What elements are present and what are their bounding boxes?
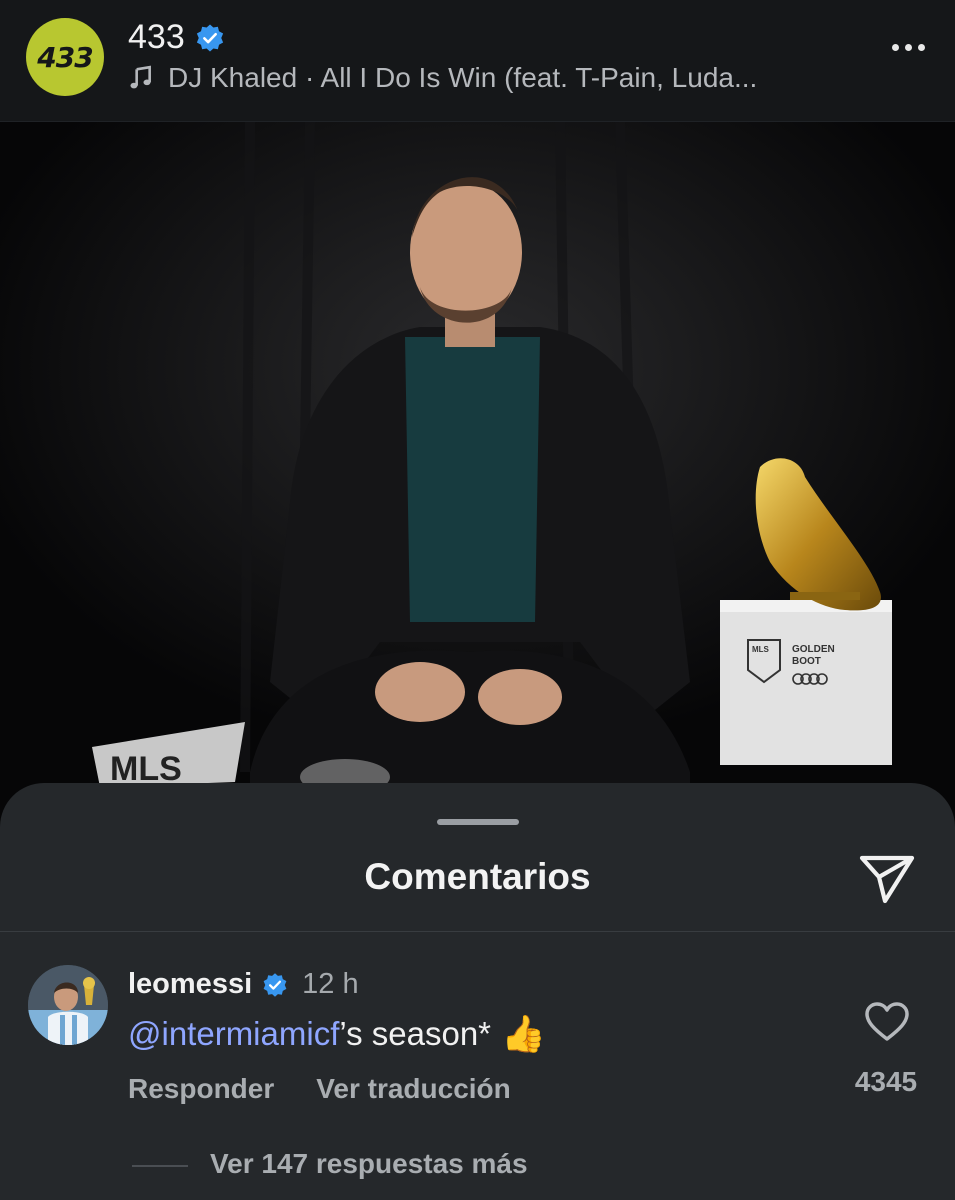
account-avatar[interactable]: 433 — [26, 18, 104, 96]
music-note-icon — [130, 65, 151, 89]
reply-button[interactable]: Responder — [128, 1073, 274, 1105]
post-header: 433 433 DJ Khaled · All I Do Is Win (fea… — [0, 0, 955, 122]
comment-mention-link[interactable]: @intermiamicf — [128, 1015, 339, 1053]
heart-icon[interactable] — [864, 1001, 910, 1043]
music-track-label: DJ Khaled · All I Do Is Win (feat. T-Pai… — [168, 62, 758, 93]
sheet-title: Comentarios — [364, 856, 591, 897]
comment-actions: Responder Ver traducción — [128, 1073, 511, 1105]
thumbs-up-emoji: 👍 — [501, 1013, 546, 1054]
verified-badge-icon — [196, 24, 223, 51]
comment-like-count: 4345 — [854, 1066, 918, 1097]
send-icon[interactable] — [858, 853, 916, 905]
trophy-box-line1: GOLDEN — [792, 644, 835, 655]
sheet-drag-handle[interactable] — [437, 819, 519, 825]
trophy-box-brand: MLS — [752, 645, 770, 654]
replies-divider-line — [132, 1165, 188, 1167]
account-username[interactable]: 433 — [128, 18, 185, 57]
comments-sheet: Comentarios leomessi 12 h @intermiamicf … — [0, 783, 955, 1200]
sheet-divider — [0, 931, 955, 932]
avatar-logo-text: 433 — [37, 40, 93, 74]
verified-badge-icon — [263, 972, 287, 997]
post-photo-illustration: MLS MLS GOLDEN BOOT — [0, 122, 955, 822]
comment-text: ’s season* — [339, 1015, 492, 1052]
more-options-icon[interactable] — [892, 44, 925, 51]
comment-header: leomessi 12 h — [128, 968, 359, 1001]
comment-timestamp: 12 h — [302, 968, 359, 1000]
commenter-username[interactable]: leomessi — [128, 968, 252, 1001]
account-username-row[interactable]: 433 — [128, 18, 225, 57]
view-replies-button[interactable]: Ver 147 respuestas más — [210, 1148, 528, 1180]
music-track[interactable]: DJ Khaled · All I Do Is Win (feat. T-Pai… — [128, 62, 757, 94]
trophy-box-line2: BOOT — [792, 656, 821, 667]
translate-button[interactable]: Ver traducción — [316, 1073, 511, 1105]
commenter-avatar[interactable] — [28, 965, 108, 1045]
post-image[interactable]: MLS MLS GOLDEN BOOT — [0, 122, 955, 822]
comment-body: @intermiamicf ’s season* 👍 — [128, 1013, 546, 1055]
